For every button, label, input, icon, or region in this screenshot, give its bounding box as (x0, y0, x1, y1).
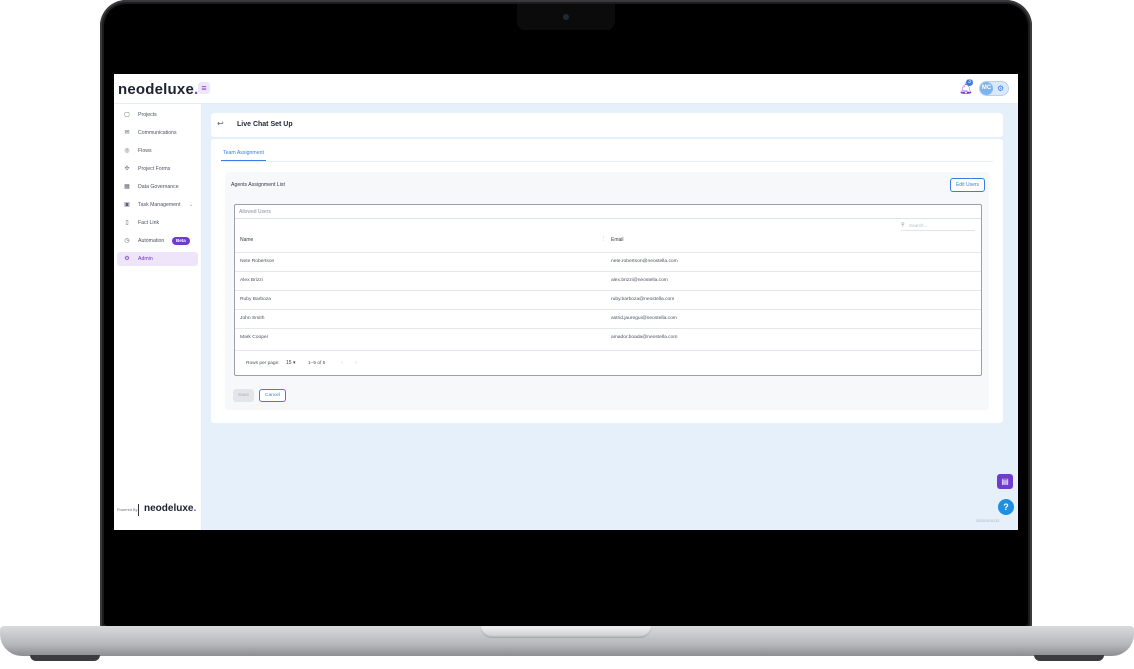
help-icon[interactable]: ? (998, 499, 1014, 515)
rows-per-page-select[interactable]: 15 ▾ (286, 360, 295, 366)
top-bar: neodeluxe. ≡ 🔔︎ 3 MC ⚙ (114, 74, 1018, 104)
cell-name: John Smith (240, 316, 265, 321)
chat-icon: ✉ (124, 130, 130, 136)
search-input[interactable] (909, 221, 973, 230)
camera-icon (563, 14, 569, 20)
allowed-users-divider (235, 218, 981, 219)
cell-name: Alex Brizzi (240, 278, 263, 283)
back-arrow-icon[interactable]: ↩ (217, 119, 224, 128)
settings-gear-icon[interactable]: ⚙ (997, 83, 1004, 94)
allowed-users-label: Allowed Users (239, 209, 271, 215)
sidebar-item-label: Communications (138, 130, 177, 136)
sidebar-item-task-management[interactable]: ▣ Task Management ⌄ (117, 198, 198, 212)
sidebar-item-flows[interactable]: ◎ Flows (117, 144, 198, 158)
search-box: ⚲ (901, 221, 975, 231)
footer-logo: neodeluxe. (144, 503, 196, 514)
gear-icon: ⚙ (124, 256, 130, 262)
chevron-right-icon[interactable]: › (355, 360, 357, 366)
column-header-name[interactable]: Name (240, 237, 253, 243)
notification-badge: 3 (966, 79, 973, 86)
laptop-foot-left (30, 655, 100, 661)
cancel-button[interactable]: Cancel (259, 389, 286, 402)
sidebar-item-label: Project Forms (138, 166, 171, 172)
tab-divider (221, 161, 993, 162)
rows-per-page-label: Rows per page: (246, 361, 280, 366)
main-card: Team Assignment Agents Assignment List E… (211, 139, 1003, 423)
beta-badge: Beta (172, 237, 190, 245)
edit-users-button[interactable]: Edit Users (950, 178, 985, 192)
table-row[interactable]: Ruby Barboza ruby.barboza@neostella.com (235, 290, 981, 309)
hamburger-menu-icon[interactable]: ≡ (198, 82, 210, 94)
sidebar-item-admin[interactable]: ⚙ Admin (117, 252, 198, 266)
chevron-left-icon[interactable]: ‹ (341, 360, 343, 366)
table-row[interactable]: Alex Brizzi alex.brizzi@neostella.com (235, 271, 981, 290)
sidebar-item-automation[interactable]: ◷ Automation Beta (117, 234, 198, 248)
column-header-email[interactable]: Email (611, 237, 624, 243)
cell-email: amador.boada@neostella.com (611, 335, 678, 340)
sidebar-item-label: Data Governance (138, 184, 179, 190)
cell-email: nete.robertson@neostella.com (611, 259, 678, 264)
table-row[interactable]: Nete Robertson nete.robertson@neostella.… (235, 252, 981, 271)
sidebar-item-label: Automation (138, 238, 165, 244)
footer-logo-text: neodeluxe (144, 503, 194, 514)
tasks-icon: ▣ (124, 202, 130, 208)
column-resize-handle[interactable]: ⋮ (601, 236, 606, 242)
chat-bubble-icon[interactable]: ▤ (997, 474, 1013, 489)
sidebar-item-fact-link[interactable]: ▯ Fact Link (117, 216, 198, 230)
cell-name: Ruby Barboza (240, 297, 271, 302)
sidebar-item-label: Flows (138, 148, 152, 154)
sidebar-item-data-governance[interactable]: ▦ Data Governance (117, 180, 198, 194)
flow-icon: ◎ (124, 148, 130, 154)
sidebar-item-project-forms[interactable]: ✣ Project Forms (117, 162, 198, 176)
cell-name: Nete Robertson (240, 259, 275, 264)
sidebar-item-label: Task Management (138, 202, 181, 208)
sidebar: ▢ Projects ✉ Communications ◎ Flows ✣ Pr… (114, 104, 202, 530)
page-title: Live Chat Set Up (237, 121, 293, 128)
cell-email: astrid.jauregui@neostella.com (611, 316, 677, 321)
document-icon: ▯ (125, 220, 129, 226)
laptop-foot-right (1034, 655, 1104, 661)
assignment-list-title: Agents Assignment List (231, 182, 285, 188)
page-header: ↩ Live Chat Set Up (211, 113, 1003, 137)
pagination-range: 1–5 of 5 (308, 361, 326, 366)
assignment-panel: Agents Assignment List Edit Users Allowe… (225, 172, 989, 410)
powered-by-text: Powered By (117, 508, 138, 512)
sidebar-item-label: Admin (138, 256, 153, 262)
app-logo[interactable]: neodeluxe. (118, 81, 198, 98)
clipboard-icon: ▢ (124, 112, 130, 118)
cell-name: Mark Cooper (240, 335, 269, 340)
avatar[interactable]: MC (980, 82, 993, 95)
rows-per-page-value: 15 (286, 360, 292, 366)
grid-icon: ▦ (124, 184, 130, 190)
version-text: 20250429133 (976, 519, 1000, 523)
sidebar-item-communications[interactable]: ✉ Communications (117, 126, 198, 140)
laptop-opening-notch (480, 626, 652, 638)
allowed-users-table: Allowed Users ⚲ Name ⋮ Email Nete Robert… (234, 204, 982, 376)
chevron-down-icon: ⌄ (189, 202, 194, 208)
sidebar-item-label: Projects (138, 112, 157, 118)
sidebar-item-projects[interactable]: ▢ Projects (117, 108, 198, 122)
logo-text: neodeluxe (118, 81, 194, 98)
table-row[interactable]: Mark Cooper amador.boada@neostella.com (235, 328, 981, 347)
forms-icon: ✣ (124, 166, 130, 172)
table-row[interactable]: John Smith astrid.jauregui@neostella.com (235, 309, 981, 328)
footer-logo-dot: . (193, 503, 197, 514)
app-screen: neodeluxe. ≡ 🔔︎ 3 MC ⚙ ▢ Projects ✉ Comm… (114, 74, 1018, 530)
automation-icon: ◷ (124, 238, 130, 244)
cell-email: alex.brizzi@neostella.com (611, 278, 668, 283)
cell-email: ruby.barboza@neostella.com (611, 297, 675, 302)
caret-down-icon: ▾ (292, 360, 296, 366)
beta-badge-label: Beta (176, 238, 186, 243)
tab-team-assignment[interactable]: Team Assignment (221, 145, 266, 161)
sidebar-item-label: Fact Link (138, 220, 160, 226)
pagination: Rows per page: 15 ▾ 1–5 of 5 ‹ › (235, 350, 981, 375)
search-icon: ⚲ (901, 222, 905, 228)
powered-by-divider (138, 504, 139, 516)
save-button[interactable]: Save (233, 389, 254, 402)
